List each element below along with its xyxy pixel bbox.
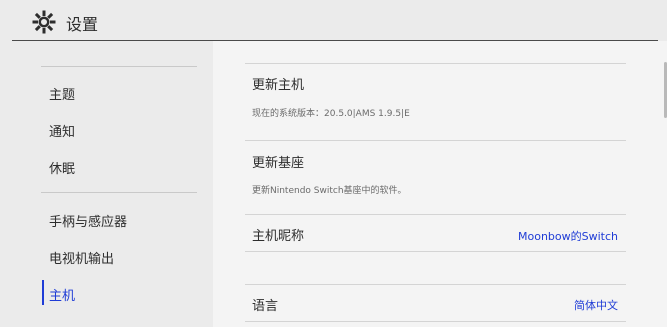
row-divider bbox=[245, 214, 626, 215]
console-nickname-value: Moonbow的Switch bbox=[518, 230, 618, 243]
sidebar-divider bbox=[41, 192, 197, 193]
header-bar: 设置 bbox=[0, 0, 667, 41]
system-version-text: 现在的系统版本：20.5.0|AMS 1.9.5|E bbox=[252, 109, 410, 119]
row-divider bbox=[245, 140, 626, 141]
gear-icon bbox=[32, 10, 56, 34]
row-divider bbox=[245, 251, 626, 252]
page-title: 设置 bbox=[66, 15, 99, 34]
language-title: 语言 bbox=[252, 299, 279, 314]
sidebar-item-amiibo[interactable]: amiibo bbox=[49, 41, 93, 45]
sidebar-item-notifications[interactable]: 通知 bbox=[49, 121, 75, 140]
row-divider bbox=[245, 321, 626, 322]
row-divider bbox=[245, 63, 626, 64]
update-dock-description: 更新Nintendo Switch基座中的软件。 bbox=[252, 186, 407, 196]
sidebar-item-theme[interactable]: 主题 bbox=[49, 84, 75, 103]
language-value: 简体中文 bbox=[574, 299, 618, 312]
sidebar-item-sleep[interactable]: 休眠 bbox=[49, 158, 75, 177]
main-panel: 更新主机 现在的系统版本：20.5.0|AMS 1.9.5|E 更新基座 更新N… bbox=[213, 41, 667, 327]
row-divider bbox=[245, 284, 626, 285]
sidebar-item-tv-output[interactable]: 电视机输出 bbox=[49, 248, 114, 267]
update-console-title: 更新主机 bbox=[252, 78, 305, 93]
sidebar-divider bbox=[41, 66, 197, 67]
update-dock-title: 更新基座 bbox=[252, 156, 305, 171]
active-indicator bbox=[42, 280, 44, 305]
sidebar-item-controllers-sensors[interactable]: 手柄与感应器 bbox=[49, 211, 127, 230]
sidebar-item-system[interactable]: 主机 bbox=[49, 285, 75, 304]
console-nickname-title: 主机昵称 bbox=[252, 229, 305, 244]
sidebar: amiibo 主题 通知 休眠 手柄与感应器 电视机输出 主机 bbox=[0, 41, 213, 327]
